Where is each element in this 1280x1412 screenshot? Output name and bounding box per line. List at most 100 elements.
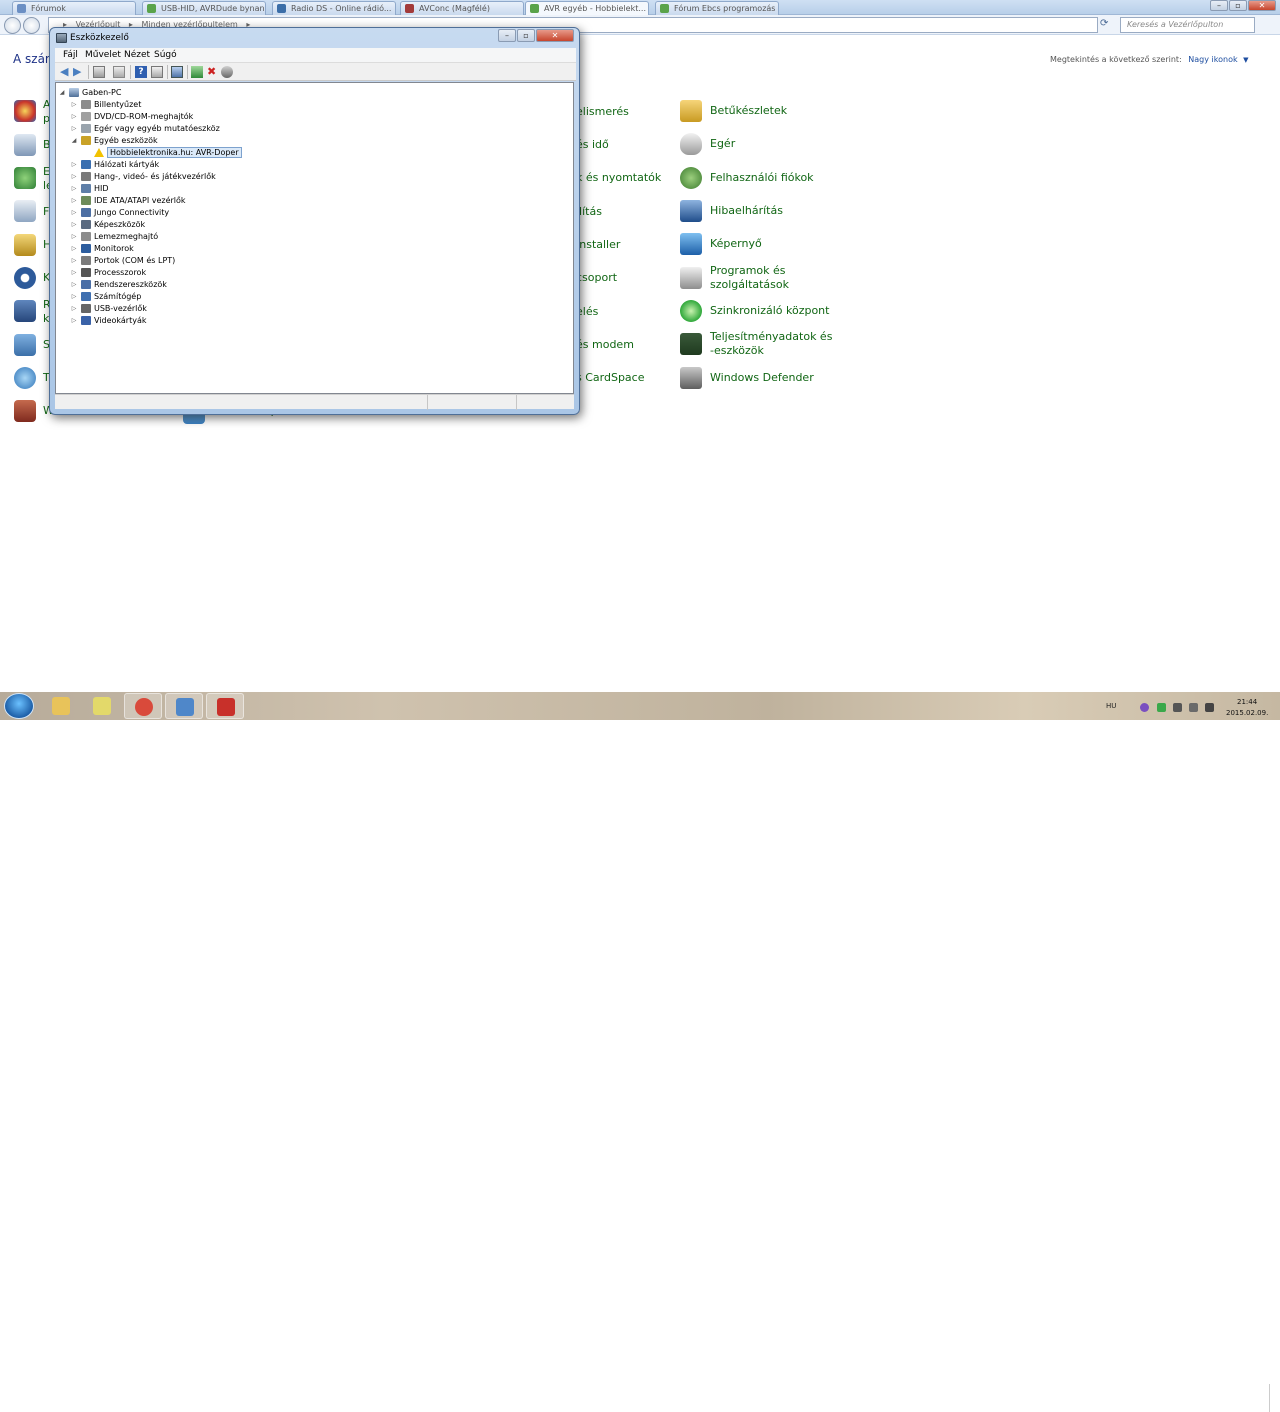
control-panel-taskbar-button[interactable] xyxy=(165,693,203,719)
folder-options-icon[interactable] xyxy=(14,200,36,222)
start-button[interactable] xyxy=(4,693,34,719)
tree-category[interactable]: ▷ Hang-, videó- és játékvezérlők xyxy=(70,170,216,182)
cp-item-sync-center[interactable]: Szinkronizáló központ xyxy=(680,300,829,322)
sound-icon[interactable] xyxy=(14,334,36,356)
expand-arrow-icon[interactable]: ▷ xyxy=(70,185,78,192)
notes-taskbar-button[interactable] xyxy=(83,693,121,719)
backup-icon[interactable] xyxy=(14,134,36,156)
clock-time[interactable]: 21:44 xyxy=(1237,698,1257,706)
cp-item-middle[interactable]: és idő xyxy=(576,138,609,152)
network-icon[interactable] xyxy=(1173,703,1182,712)
explorer-taskbar-button[interactable] xyxy=(42,693,80,719)
expand-arrow-icon[interactable]: ▷ xyxy=(70,305,78,312)
tree-category[interactable]: ▷ Jungo Connectivity xyxy=(70,206,169,218)
tree-category[interactable]: ▷ Számítógép xyxy=(70,290,141,302)
tree-category[interactable]: ▷ Hálózati kártyák xyxy=(70,158,159,170)
expand-arrow-icon[interactable]: ▷ xyxy=(70,209,78,216)
tree-category[interactable]: ▷ Processzorok xyxy=(70,266,146,278)
tree-category[interactable]: ▷ USB-vezérlők xyxy=(70,302,147,314)
tree-category[interactable]: ▷ Egér vagy egyéb mutatóeszköz xyxy=(70,122,220,134)
chrome-taskbar-button[interactable] xyxy=(124,693,162,719)
cp-item-mouse[interactable]: Egér xyxy=(680,133,735,155)
menu-action[interactable]: Művelet xyxy=(85,50,121,60)
cp-item-troubleshooting[interactable]: Hibaelhárítás xyxy=(680,200,783,222)
ease-of-access-icon[interactable] xyxy=(14,167,36,189)
view-by-value[interactable]: Nagy ikonok xyxy=(1188,55,1237,64)
tree-view-icon[interactable] xyxy=(93,66,105,78)
expand-arrow-icon[interactable]: ▷ xyxy=(70,233,78,240)
globe-icon[interactable] xyxy=(14,367,36,389)
browser-tab[interactable]: AVR egyéb - Hobbielekt... xyxy=(525,1,649,15)
tree-device-avr-doper[interactable]: Hobbielektronika.hu: AVR-Doper xyxy=(94,146,242,158)
tree-category[interactable]: ▷ Videokártyák xyxy=(70,314,147,326)
device-tree[interactable]: ◢ Gaben-PC ▷ Billentyűzet ▷ DVD/CD-ROM-megh… xyxy=(55,82,574,394)
action-center-tray-icon[interactable] xyxy=(1189,703,1198,712)
clock-date[interactable]: 2015.02.09. xyxy=(1226,709,1268,717)
collapse-arrow-icon[interactable]: ◢ xyxy=(58,89,66,96)
tree-category[interactable]: ▷ IDE ATA/ATAPI vezérlők xyxy=(70,194,186,206)
expand-arrow-icon[interactable]: ▷ xyxy=(70,125,78,132)
back-arrow-icon[interactable]: ◀ xyxy=(60,66,72,78)
back-button[interactable] xyxy=(4,17,21,34)
tree-category[interactable]: ▷ Képeszközök xyxy=(70,218,145,230)
maximize-button[interactable]: ▫ xyxy=(517,29,535,42)
expand-arrow-icon[interactable]: ▷ xyxy=(70,101,78,108)
cp-item-middle[interactable]: s CardSpace xyxy=(576,371,644,385)
properties-icon[interactable] xyxy=(113,66,125,78)
browser-tab[interactable]: Fórumok xyxy=(12,1,136,15)
browser-tab[interactable]: USB-HID, AVRDude bynan... xyxy=(142,1,266,15)
uninstall-icon[interactable]: ✖ xyxy=(207,66,219,78)
cp-item-middle[interactable]: k és nyomtatók xyxy=(576,171,661,185)
sync-icon[interactable] xyxy=(1157,703,1166,712)
expand-arrow-icon[interactable]: ▷ xyxy=(70,161,78,168)
scan-hardware-icon[interactable] xyxy=(171,66,183,78)
cp-item-fonts[interactable]: Betűkészletek xyxy=(680,100,787,122)
expand-arrow-icon[interactable]: ▷ xyxy=(70,269,78,276)
expand-arrow-icon[interactable]: ▷ xyxy=(70,197,78,204)
cp-item-display[interactable]: Képernyő xyxy=(680,233,762,255)
update-driver-icon[interactable] xyxy=(191,66,203,78)
minimize-button[interactable]: – xyxy=(1210,0,1228,11)
expand-arrow-icon[interactable]: ▷ xyxy=(70,293,78,300)
close-button[interactable]: ✕ xyxy=(536,29,574,42)
expand-arrow-icon[interactable]: ▷ xyxy=(70,281,78,288)
volume-icon[interactable] xyxy=(1205,703,1214,712)
homegroup-icon[interactable] xyxy=(14,234,36,256)
show-desktop-button[interactable] xyxy=(1269,1384,1280,1412)
device-manager-window[interactable]: Eszközkezelő – ▫ ✕ Fájl Művelet Nézet Sú… xyxy=(49,27,580,415)
cp-item-programs-features[interactable]: Programok és szolgáltatások xyxy=(680,264,789,292)
help-icon[interactable]: ? xyxy=(135,66,147,78)
expand-arrow-icon[interactable]: ▷ xyxy=(70,245,78,252)
language-indicator[interactable]: HU xyxy=(1106,702,1116,710)
tree-category[interactable]: ▷ HID xyxy=(70,182,109,194)
menu-view[interactable]: Nézet xyxy=(124,50,150,60)
tree-category[interactable]: ▷ Monitorok xyxy=(70,242,134,254)
search-input[interactable]: Keresés a Vezérlőpulton xyxy=(1120,17,1255,33)
cp-item-windows-defender[interactable]: Windows Defender xyxy=(680,367,814,389)
center-icon[interactable] xyxy=(14,267,36,289)
action-center-icon[interactable] xyxy=(14,100,36,122)
cp-item-middle[interactable]: és modem xyxy=(576,338,634,352)
expand-arrow-icon[interactable]: ▷ xyxy=(70,317,78,324)
disable-device-icon[interactable] xyxy=(221,66,233,78)
tree-root[interactable]: ◢ Gaben-PC xyxy=(58,86,121,98)
browser-tab[interactable]: Radio DS - Online rádió... xyxy=(272,1,396,15)
browser-tab[interactable]: Fórum Ebcs programozás xyxy=(655,1,779,15)
tree-category[interactable]: ▷ DVD/CD-ROM-meghajtók xyxy=(70,110,193,122)
cp-item-middle[interactable]: csoport xyxy=(576,271,617,285)
tree-category[interactable]: ▷ Billentyűzet xyxy=(70,98,141,110)
close-button[interactable]: ✕ xyxy=(1248,0,1276,11)
remote-icon[interactable] xyxy=(14,300,36,322)
minimize-button[interactable]: – xyxy=(498,29,516,42)
menu-file[interactable]: Fájl xyxy=(63,50,78,60)
browser-tab[interactable]: AVConc (Magfélé) xyxy=(400,1,524,15)
expand-arrow-icon[interactable]: ▷ xyxy=(70,221,78,228)
cp-item-user-accounts[interactable]: Felhasználói fiókok xyxy=(680,167,814,189)
menu-help[interactable]: Súgó xyxy=(154,50,177,60)
maximize-button[interactable]: ▫ xyxy=(1229,0,1247,11)
firewall-icon[interactable] xyxy=(14,400,36,422)
view-icon[interactable] xyxy=(151,66,163,78)
chevron-down-icon[interactable]: ▼ xyxy=(1243,56,1248,64)
expand-arrow-icon[interactable]: ▷ xyxy=(70,113,78,120)
forward-arrow-icon[interactable]: ▶ xyxy=(73,66,85,78)
